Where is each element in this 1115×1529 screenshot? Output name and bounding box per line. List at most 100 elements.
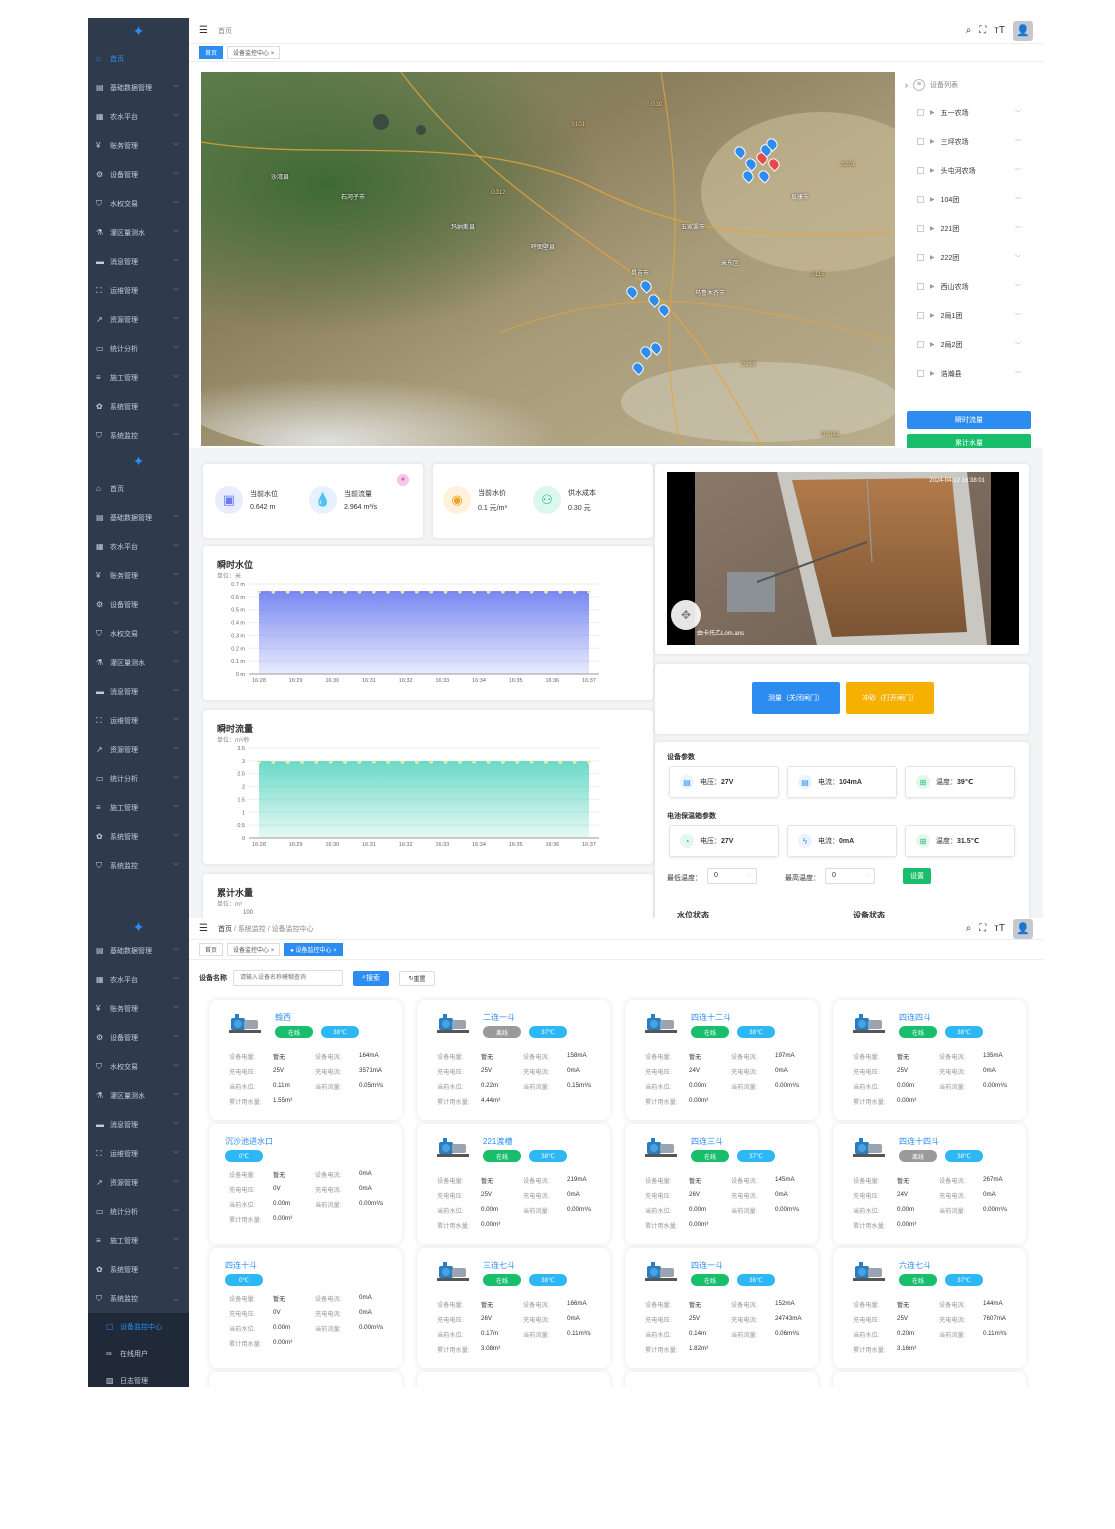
- expand-icon[interactable]: ▶: [930, 254, 935, 261]
- data-point[interactable]: [587, 589, 591, 594]
- tag-device-monitor[interactable]: 设备监控中心 ×: [227, 943, 281, 956]
- sidebar-item-1[interactable]: ▦ 农水平台 ﹀: [88, 965, 189, 994]
- device-name-search-input[interactable]: [233, 970, 343, 986]
- sidebar-item-5[interactable]: ⚗ 灌区量测水 ﹀: [88, 1081, 189, 1110]
- sidebar-item-9[interactable]: ▭ 统计分析 ﹀: [88, 1197, 189, 1226]
- device-name[interactable]: 沉沙池进水口: [225, 1136, 273, 1147]
- data-point[interactable]: [501, 760, 505, 764]
- data-point[interactable]: [443, 760, 448, 764]
- avatar[interactable]: 👤: [1013, 918, 1033, 939]
- data-point[interactable]: [515, 589, 520, 594]
- data-point[interactable]: [357, 589, 362, 594]
- device-list-item[interactable]: ▶ 222团 ﹀: [895, 243, 1043, 272]
- data-point[interactable]: [529, 759, 534, 764]
- breadcrumb[interactable]: 首页: [218, 26, 232, 36]
- sidebar-item-9[interactable]: ▭ 统计分析 ﹀: [88, 334, 189, 363]
- device-card-partial[interactable]: [209, 1372, 402, 1387]
- menu-toggle-icon[interactable]: ☰: [199, 923, 208, 934]
- device-list-item[interactable]: ▶ 221团 ﹀: [895, 214, 1043, 243]
- device-card[interactable]: 二连一斗 离线 37℃ 设备电量: 暂无 设备电流: 158mA 充电电压: 25V 充电电流: 0…: [417, 1000, 610, 1120]
- data-point[interactable]: [572, 760, 577, 764]
- search-icon[interactable]: ⌕: [966, 25, 972, 36]
- data-point[interactable]: [343, 589, 347, 594]
- expand-icon[interactable]: ▶: [930, 196, 935, 203]
- checkbox[interactable]: [917, 312, 924, 319]
- menu-toggle-icon[interactable]: ☰: [199, 25, 208, 36]
- data-point[interactable]: [271, 589, 276, 594]
- sidebar-item-7[interactable]: ⛶ 运维管理 ﹀: [88, 1139, 189, 1168]
- sidebar-item-3[interactable]: ⚙ 设备管理 ﹀: [88, 160, 189, 189]
- device-card[interactable]: 四连十四斗 离线 38℃ 设备电量: 暂无 设备电流: 267mA 充电电压: 24V 充电电流:…: [833, 1124, 1026, 1244]
- data-point[interactable]: [371, 589, 376, 594]
- device-list-item[interactable]: ▶ 三坪农场 ﹀: [895, 127, 1043, 156]
- flush-open-gate-button[interactable]: 冲砂（打开闸门）: [846, 682, 934, 714]
- sidebar-item-8[interactable]: ↗ 资源管理 ﹀: [88, 1168, 189, 1197]
- device-name[interactable]: 二连一斗: [483, 1012, 515, 1023]
- device-name[interactable]: 四连十二斗: [691, 1012, 731, 1023]
- device-card[interactable]: 沉沙池进水口 0℃ 设备电量: 暂无 设备电流: 0mA 充电电压: 0V 充电电流: 0mA 当前…: [209, 1124, 402, 1244]
- sidebar-item-home[interactable]: ⌂ 首页: [88, 44, 189, 73]
- sidebar-item-11[interactable]: ✿ 系统管理 ﹀: [88, 822, 189, 851]
- tag-device-monitor[interactable]: 设备监控中心 ×: [227, 46, 281, 59]
- device-card-partial[interactable]: [833, 1372, 1026, 1387]
- device-list-item[interactable]: ▶ 西山农场 ﹀: [895, 272, 1043, 301]
- device-card[interactable]: 翰西 在线 38℃ 设备电量: 暂无 设备电流: 164mA 充电电压: 25V 充电电流: 357…: [209, 1000, 402, 1120]
- data-point[interactable]: [271, 760, 276, 764]
- avatar[interactable]: 👤: [1013, 20, 1033, 41]
- data-point[interactable]: [314, 589, 319, 594]
- device-name[interactable]: 四连一斗: [691, 1260, 723, 1271]
- checkbox[interactable]: [917, 167, 924, 174]
- data-point[interactable]: [486, 589, 491, 594]
- device-list-item[interactable]: ▶ 2局2团 ﹀: [895, 330, 1043, 359]
- data-point[interactable]: [400, 589, 405, 594]
- sidebar-item-0[interactable]: ▤ 基础数据管理 ﹀: [88, 503, 189, 532]
- data-point[interactable]: [587, 760, 591, 764]
- data-point[interactable]: [257, 759, 261, 764]
- data-point[interactable]: [429, 759, 434, 764]
- device-name[interactable]: 221渡槽: [483, 1136, 512, 1147]
- device-card[interactable]: 四连一斗 在线 36℃ 设备电量: 暂无 设备电流: 152mA 充电电压: 25V 充电电流: 2…: [625, 1248, 818, 1368]
- data-point[interactable]: [300, 589, 304, 594]
- checkbox[interactable]: [917, 109, 924, 116]
- device-name[interactable]: 四连十斗: [225, 1260, 257, 1271]
- sidebar-item-2[interactable]: ¥ 账务管理 ﹀: [88, 131, 189, 160]
- sidebar-item-7[interactable]: ⛶ 运维管理 ﹀: [88, 276, 189, 305]
- sidebar-item-online-users[interactable]: ∞ 在线用户: [88, 1340, 189, 1367]
- data-point[interactable]: [529, 589, 534, 594]
- sidebar-item-6[interactable]: ▬ 消息管理 ﹀: [88, 1110, 189, 1139]
- expand-icon[interactable]: ▶: [930, 109, 935, 116]
- tag-device-monitor-active[interactable]: ● 设备监控中心 ×: [284, 943, 343, 956]
- data-point[interactable]: [257, 589, 261, 594]
- data-point[interactable]: [458, 760, 462, 764]
- data-point[interactable]: [429, 589, 434, 594]
- reset-button[interactable]: ↻ 重置: [399, 970, 435, 986]
- sidebar-item-5[interactable]: ⚗ 灌区量测水 ﹀: [88, 648, 189, 677]
- device-list-item[interactable]: ▶ 2局1团 ﹀: [895, 301, 1043, 330]
- data-point[interactable]: [414, 589, 419, 594]
- sidebar-item-6[interactable]: ▬ 消息管理 ﹀: [88, 247, 189, 276]
- search-button[interactable]: ⌕ 搜索: [353, 970, 389, 986]
- data-point[interactable]: [472, 759, 477, 764]
- device-card[interactable]: 四连十二斗 在线 38℃ 设备电量: 暂无 设备电流: 197mA 充电电压: 24V 充电电流:…: [625, 1000, 818, 1120]
- sidebar-item-3[interactable]: ⚙ 设备管理 ﹀: [88, 590, 189, 619]
- video-player[interactable]: 2024-04-12 16:38:01 由卡托乙Lom.ans ✥: [667, 472, 1019, 645]
- sidebar-item-logs[interactable]: ▨ 日志管理: [88, 1367, 189, 1387]
- data-point[interactable]: [414, 760, 419, 764]
- sidebar-item-10[interactable]: ≡ 施工管理 ﹀: [88, 793, 189, 822]
- data-point[interactable]: [486, 760, 491, 764]
- data-point[interactable]: [328, 589, 333, 594]
- expand-icon[interactable]: ▶: [930, 167, 935, 174]
- device-list-item[interactable]: ▶ 104团 ﹀: [895, 185, 1043, 214]
- data-point[interactable]: [544, 589, 548, 594]
- device-card[interactable]: 四连四斗 在线 38℃ 设备电量: 暂无 设备电流: 135mA 充电电压: 25V 充电电流: 0…: [833, 1000, 1026, 1120]
- collapse-icon[interactable]: ›: [905, 80, 908, 90]
- sidebar-item-12[interactable]: ⛉ 系统监控 ︿: [88, 1284, 189, 1313]
- tag-home[interactable]: 首页: [199, 943, 224, 956]
- data-point[interactable]: [343, 760, 347, 764]
- data-point[interactable]: [300, 760, 304, 764]
- data-point[interactable]: [371, 759, 376, 764]
- device-card[interactable]: 六连七斗 在线 37℃ 设备电量: 暂无 设备电流: 144mA 充电电压: 25V 充电电流: 7…: [833, 1248, 1026, 1368]
- checkbox[interactable]: [917, 138, 924, 145]
- checkbox[interactable]: [917, 254, 924, 261]
- stepper-icon[interactable]: ◌: [865, 872, 869, 879]
